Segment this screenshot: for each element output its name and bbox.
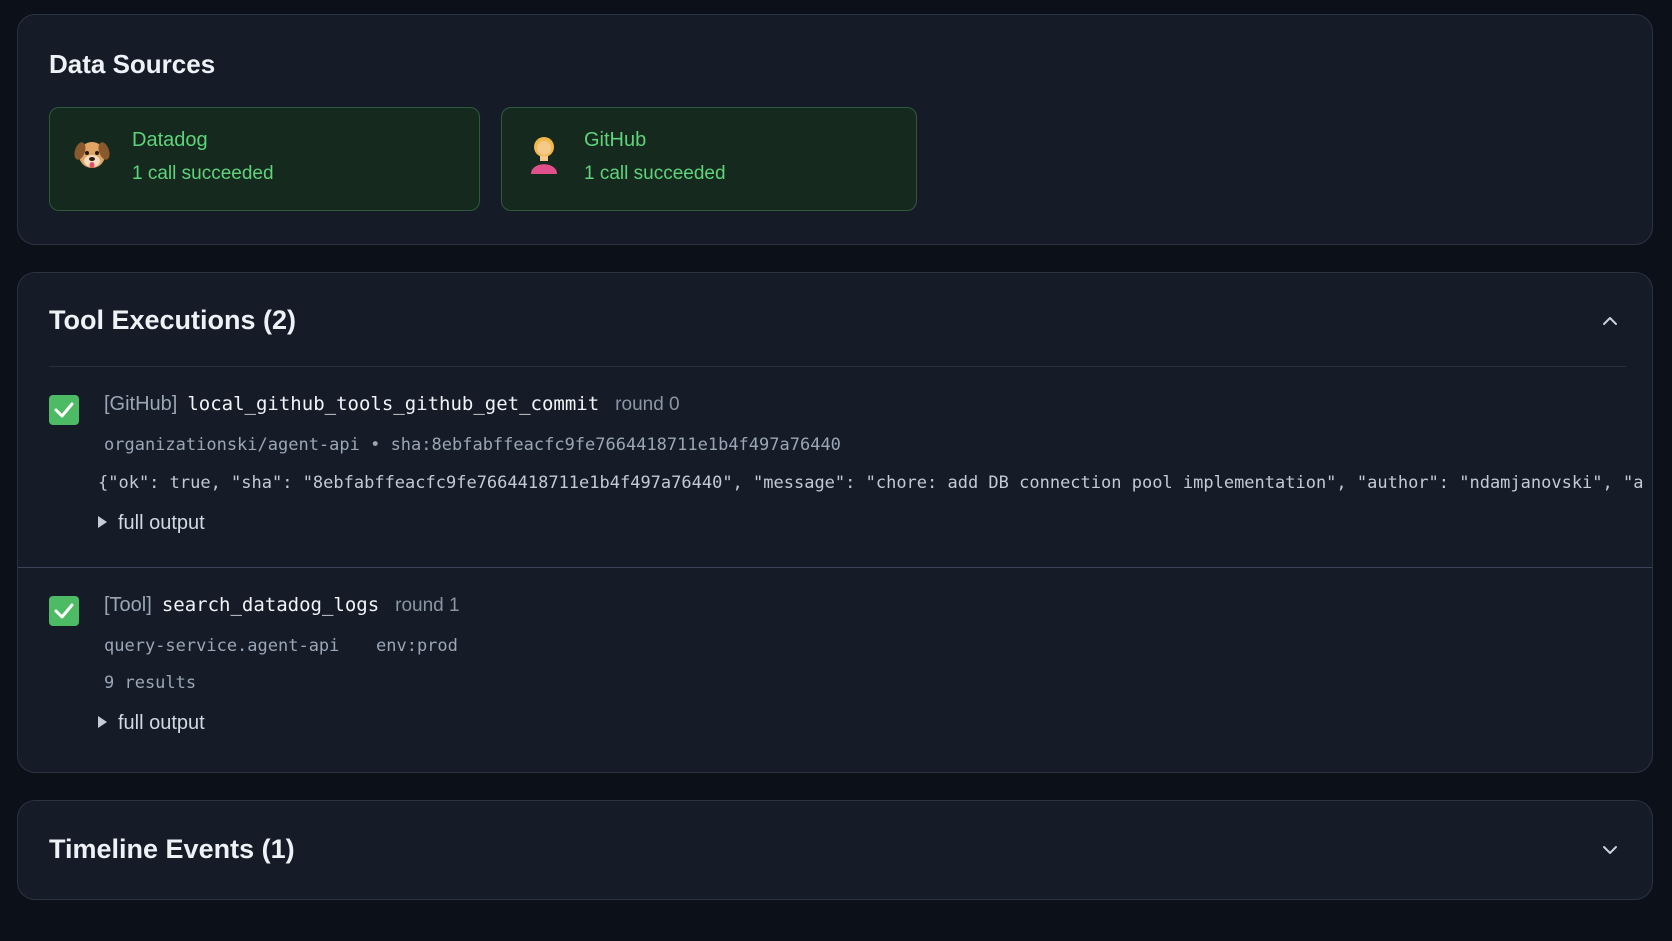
full-output-label: full output [118,512,205,534]
output-preview: {"ok": true, "sha": "8ebfabffeacfc9fe766… [98,473,1643,493]
triangle-right-icon [98,516,107,528]
tool-source-label: [GitHub] [104,393,178,415]
timeline-events-title: Timeline Events (1) [49,834,295,864]
tool-execution-header: [GitHub] local_github_tools_github_get_co… [104,393,680,416]
full-output-toggle[interactable]: full output [98,712,205,735]
dog-face-icon [74,134,110,174]
tool-name: search_datadog_logs [161,594,380,616]
triangle-right-icon [98,716,107,728]
tool-meta: organizationski/agent-api • sha:8ebfabff… [104,435,841,455]
source-card-datadog[interactable]: Datadog 1 call succeeded [49,107,480,211]
source-status: 1 call succeeded [584,163,726,184]
source-name: Datadog [132,129,208,151]
chevron-down-icon[interactable] [1598,838,1622,862]
tool-name: local_github_tools_github_get_commit [187,393,600,415]
round-label: round 1 [395,595,460,616]
tool-execution-header: [Tool] search_datadog_logs round 1 [104,594,460,617]
check-icon [49,596,79,626]
results-count: 9 results [104,673,197,693]
check-icon [49,395,79,425]
tool-source-label: [Tool] [104,594,152,616]
full-output-toggle[interactable]: full output [98,512,205,535]
timeline-events-panel[interactable]: Timeline Events (1) [17,800,1653,900]
page: Data Sources Datadog 1 call succeeded Gi… [0,0,1672,941]
data-sources-title: Data Sources [49,49,216,79]
service-tag: query-service.agent-api [104,636,340,656]
source-card-github[interactable]: GitHub 1 call succeeded [501,107,917,211]
source-name: GitHub [584,129,647,151]
data-sources-panel: Data Sources Datadog 1 call succeeded Gi… [17,14,1653,245]
env-tag: env:prod [376,636,458,656]
tool-executions-panel: Tool Executions (2) [GitHub] local_github… [17,272,1653,773]
source-status: 1 call succeeded [132,163,274,184]
round-label: round 0 [615,394,680,415]
tool-executions-title: Tool Executions (2) [49,305,297,335]
divider [18,567,1652,568]
chevron-up-icon[interactable] [1598,309,1622,333]
full-output-label: full output [118,712,205,734]
divider [49,366,1626,367]
person-icon [526,134,562,174]
